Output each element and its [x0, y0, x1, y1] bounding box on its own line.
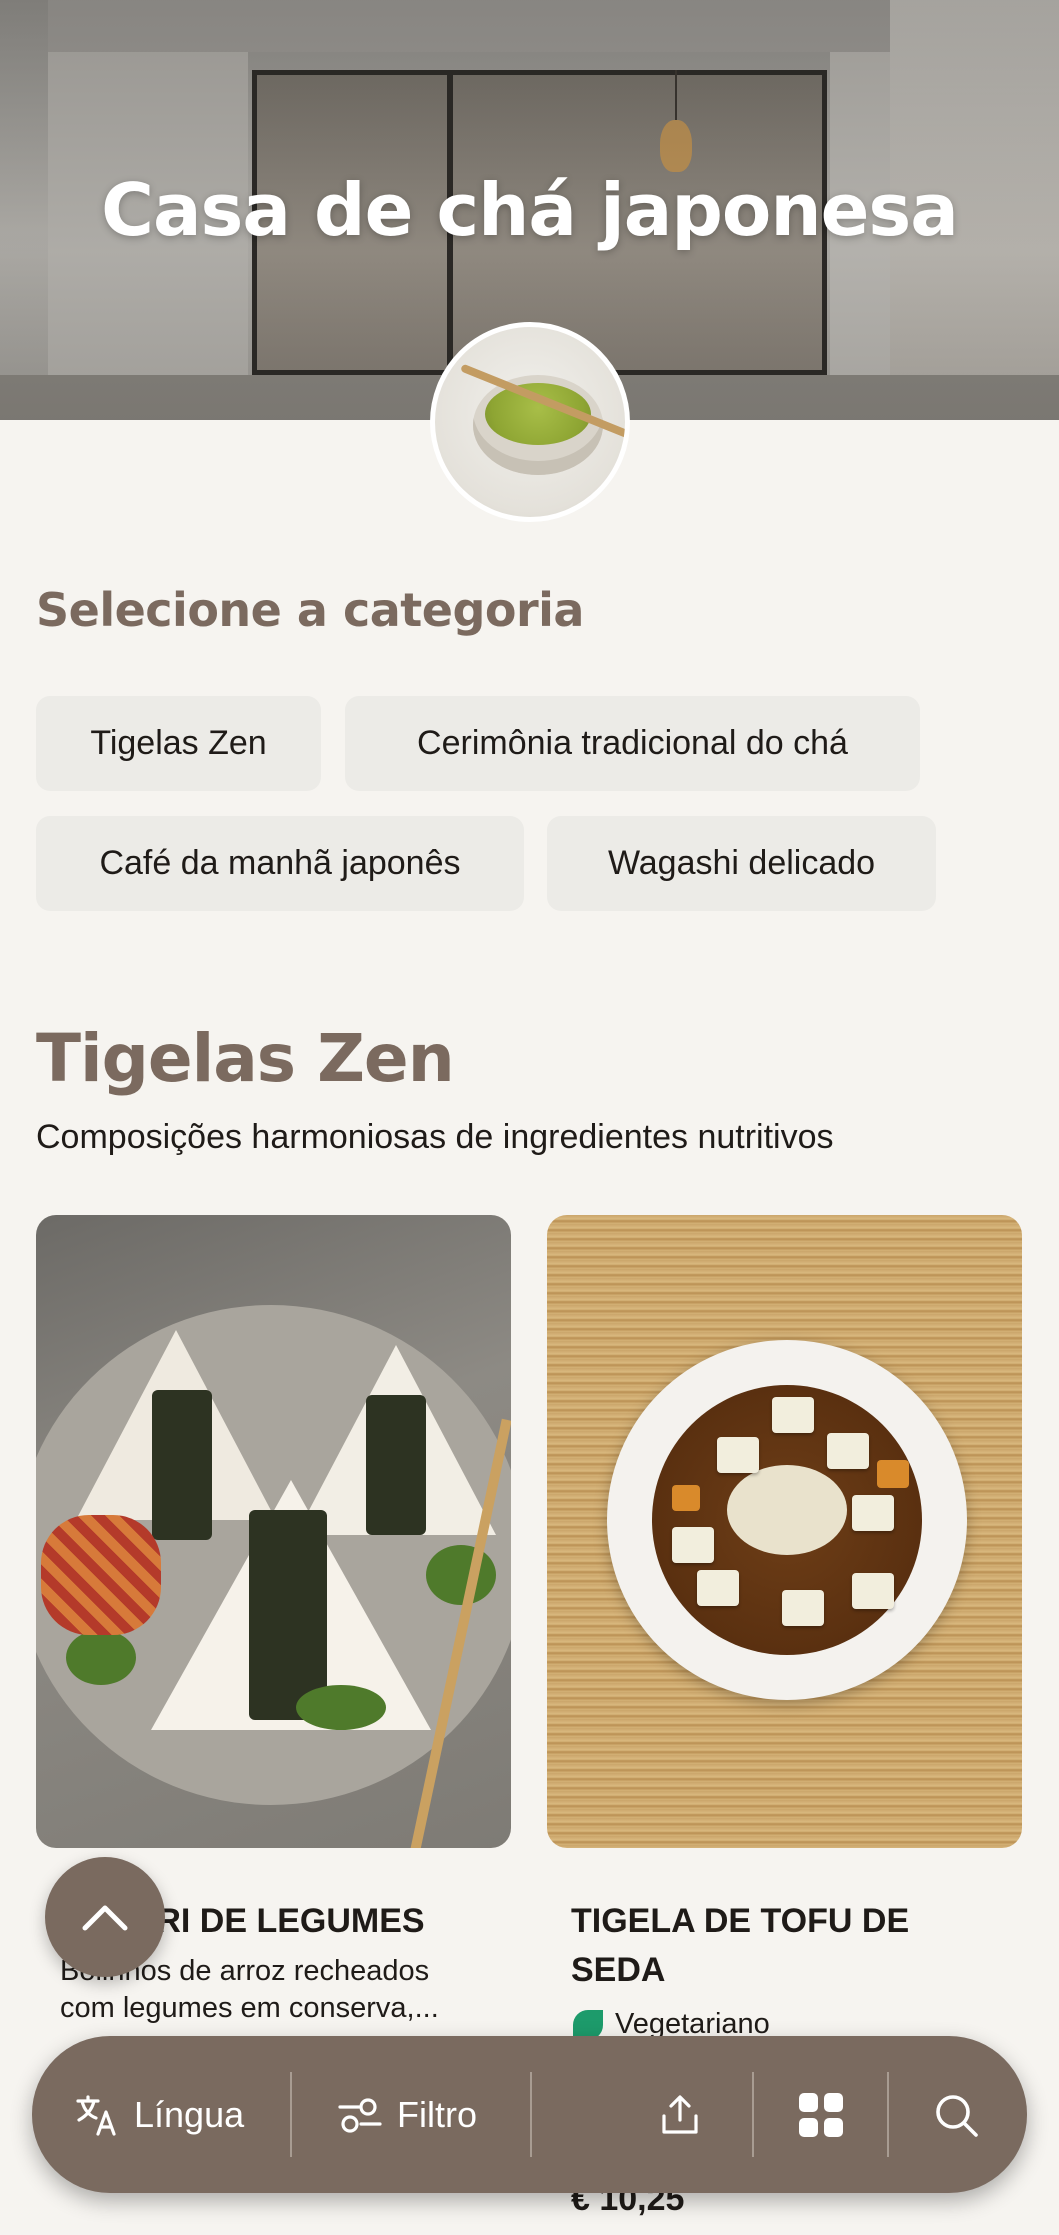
scroll-to-top-button[interactable] — [45, 1857, 165, 1977]
section-title: Tigelas Zen — [36, 1020, 455, 1097]
filter-button[interactable]: Filtro — [337, 2036, 477, 2193]
category-chip-zen-bowls[interactable]: Tigelas Zen — [36, 696, 321, 791]
filter-label: Filtro — [397, 2093, 477, 2135]
page-title: Casa de chá japonesa — [101, 168, 959, 252]
restaurant-logo — [430, 322, 630, 522]
category-chip-tea-ceremony[interactable]: Cerimônia tradicional do chá — [345, 696, 920, 791]
chevron-up-icon — [81, 1902, 129, 1932]
language-label: Língua — [134, 2093, 245, 2135]
toolbar-divider — [290, 2072, 292, 2157]
search-icon — [932, 2091, 980, 2139]
section-subtitle: Composições harmoniosas de ingredientes … — [36, 1118, 834, 1156]
share-icon — [657, 2092, 703, 2138]
product-image-tofu-bowl[interactable] — [547, 1215, 1022, 1848]
toolbar-divider — [752, 2072, 754, 2157]
category-heading: Selecione a categoria — [36, 583, 584, 637]
grid-icon — [797, 2091, 845, 2139]
product-image-onigiri[interactable] — [36, 1215, 511, 1848]
toolbar-divider — [887, 2072, 889, 2157]
translate-icon — [74, 2092, 120, 2138]
sliders-icon — [337, 2095, 383, 2135]
category-chip-japanese-breakfast[interactable]: Café da manhã japonês — [36, 816, 524, 911]
bottom-toolbar: Língua Filtro — [32, 2036, 1027, 2193]
share-button[interactable] — [657, 2036, 703, 2193]
toolbar-divider — [530, 2072, 532, 2157]
language-button[interactable]: Língua — [74, 2036, 244, 2193]
grid-view-button[interactable] — [797, 2036, 845, 2193]
search-button[interactable] — [932, 2036, 980, 2193]
leaf-icon — [573, 2009, 603, 2040]
product-title-tofu-bowl[interactable]: TIGELA DE TOFU DE SEDA — [571, 1897, 991, 1995]
category-chip-wagashi[interactable]: Wagashi delicado — [547, 816, 936, 911]
